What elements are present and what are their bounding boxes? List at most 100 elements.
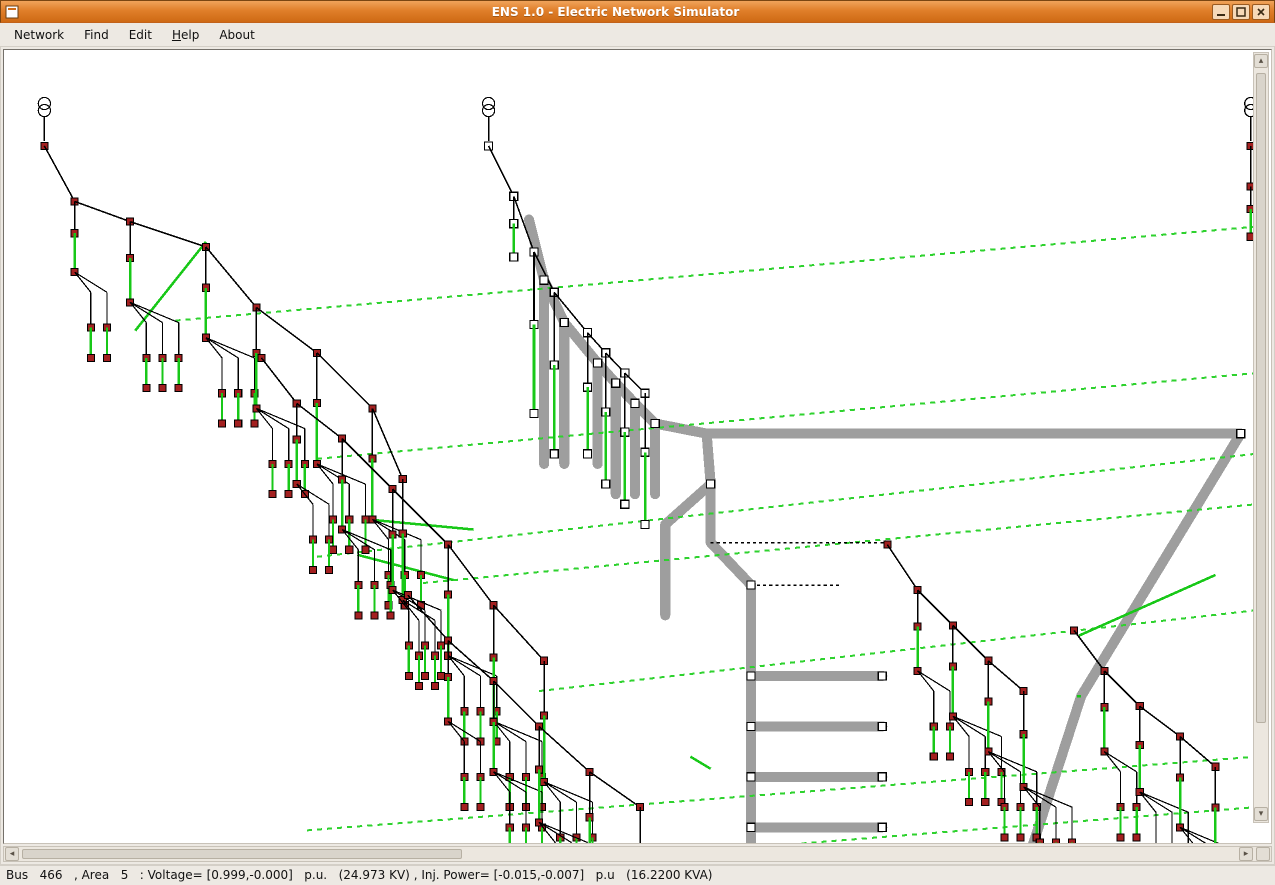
bus-node[interactable] [415,682,422,689]
bus-node[interactable] [438,672,445,679]
bus-node[interactable] [371,612,378,619]
menu-label: Network [14,28,64,42]
status-bar: Bus 466 , Area 5 : Voltage= [0.999,-0.00… [0,865,1275,885]
status-power-label: Inj. Power= [421,868,489,882]
scroll-down-button[interactable]: ▾ [1254,807,1268,821]
bus-node[interactable] [87,354,94,361]
bus-node[interactable] [285,491,292,498]
bus-node[interactable] [235,420,242,427]
bus-node[interactable] [330,546,337,553]
source-icon[interactable] [38,97,50,109]
bus-node[interactable] [421,672,428,679]
bus-node[interactable] [362,546,369,553]
bus-node[interactable] [175,385,182,392]
bus-node[interactable] [405,672,412,679]
bus-node[interactable] [219,420,226,427]
selected-bus-node[interactable] [530,409,538,417]
selected-bus-node[interactable] [560,319,568,327]
bus-node[interactable] [1017,834,1024,841]
bus-node[interactable] [1069,839,1076,844]
menu-find[interactable]: Find [74,23,119,46]
scroll-up-button[interactable]: ▴ [1254,54,1268,68]
bus-node[interactable] [1117,834,1124,841]
vertical-scrollbar[interactable]: ▴ ▾ [1253,52,1269,823]
bus-node[interactable] [1052,839,1059,844]
bus-node[interactable] [432,682,439,689]
bus-node[interactable] [1036,839,1043,844]
app-icon [5,5,19,19]
bus-node[interactable] [1001,834,1008,841]
bus-node[interactable] [103,354,110,361]
selected-bus-node[interactable] [651,419,659,427]
horizontal-scroll-thumb[interactable] [22,849,462,859]
menu-about[interactable]: About [209,23,264,46]
selected-bus-node[interactable] [747,773,755,781]
horizontal-scrollbar[interactable]: ◂ ▸ [3,846,1272,862]
status-power-val: [-0.015,-0.007] [494,868,585,882]
window-titlebar[interactable]: ENS 1.0 - Electric Network Simulator [0,0,1275,23]
bus-node[interactable] [309,566,316,573]
selected-bus-node[interactable] [631,399,639,407]
menu-bar: Network Find Edit Help About [0,23,1275,47]
scroll-right-button[interactable]: ▸ [1239,847,1253,861]
selected-bus-node[interactable] [594,359,602,367]
selected-bus-node[interactable] [878,722,886,730]
bus-node[interactable] [477,804,484,811]
bus-node[interactable] [269,491,276,498]
selected-bus-node[interactable] [510,253,518,261]
selected-bus-node[interactable] [540,276,548,284]
selected-bus-node[interactable] [621,500,629,508]
status-power-unit: p.u [596,868,615,882]
bus-node[interactable] [143,385,150,392]
bus-node[interactable] [930,753,937,760]
close-button[interactable] [1252,4,1270,20]
selected-bus-node[interactable] [641,520,649,528]
selected-bus-node[interactable] [878,672,886,680]
bus-node[interactable] [387,612,394,619]
bus-node[interactable] [159,385,166,392]
network-diagram[interactable] [4,50,1271,844]
status-area-label: Area [82,868,110,882]
menu-network[interactable]: Network [4,23,74,46]
status-area-id: 5 [121,868,129,882]
source-icon[interactable] [483,105,495,117]
selected-bus-node[interactable] [878,773,886,781]
bus-node[interactable] [355,612,362,619]
status-bus-label: Bus [6,868,28,882]
selected-bus-node[interactable] [878,823,886,831]
maximize-button[interactable] [1232,4,1250,20]
selected-bus-node[interactable] [747,672,755,680]
status-voltage-val: [0.999,-0.000] [207,868,293,882]
bus-node[interactable] [346,546,353,553]
network-canvas[interactable]: ▴ ▾ [3,49,1272,844]
selected-bus-node[interactable] [747,722,755,730]
bus-node[interactable] [966,799,973,806]
selected-bus-node[interactable] [612,379,620,387]
bus-node[interactable] [946,753,953,760]
bus-node[interactable] [1133,834,1140,841]
minimize-button[interactable] [1212,4,1230,20]
selected-path-highlight [529,220,1241,844]
menu-label: About [219,28,254,42]
menu-help[interactable]: Help [162,23,209,46]
bus-node[interactable] [982,799,989,806]
workspace: ▴ ▾ ◂ ▸ [0,47,1275,865]
selected-bus-node[interactable] [707,480,715,488]
selected-bus-node[interactable] [1237,430,1245,438]
vertical-scroll-thumb[interactable] [1256,73,1266,723]
selected-bus-node[interactable] [747,823,755,831]
selected-bus-node[interactable] [747,581,755,589]
menu-edit[interactable]: Edit [119,23,162,46]
bus-node[interactable] [461,804,468,811]
source-icon[interactable] [38,105,50,117]
window-title: ENS 1.0 - Electric Network Simulator [25,5,1206,19]
scroll-left-button[interactable]: ◂ [5,847,19,861]
status-bus-id: 466 [40,868,63,882]
selected-bus-node[interactable] [602,480,610,488]
selected-bus-node[interactable] [583,450,591,458]
bus-node[interactable] [251,420,258,427]
selected-bus-node[interactable] [550,450,558,458]
source-icon[interactable] [483,97,495,109]
menu-label: Find [84,28,109,42]
bus-node[interactable] [326,566,333,573]
